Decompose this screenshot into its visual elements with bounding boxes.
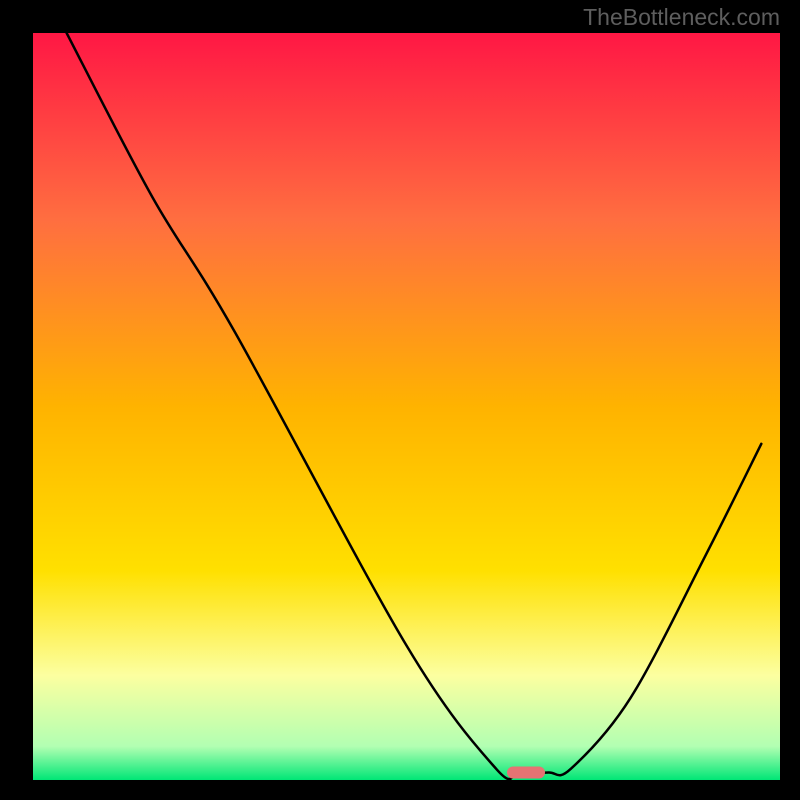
frame-left — [0, 0, 33, 800]
bottleneck-chart — [0, 0, 800, 800]
gradient-background — [33, 33, 780, 780]
chart-container: { "watermark": "TheBottleneck.com", "cha… — [0, 0, 800, 800]
frame-right — [780, 0, 800, 800]
optimal-marker — [507, 767, 545, 779]
frame-bottom — [0, 780, 800, 800]
watermark-text: TheBottleneck.com — [583, 4, 780, 31]
